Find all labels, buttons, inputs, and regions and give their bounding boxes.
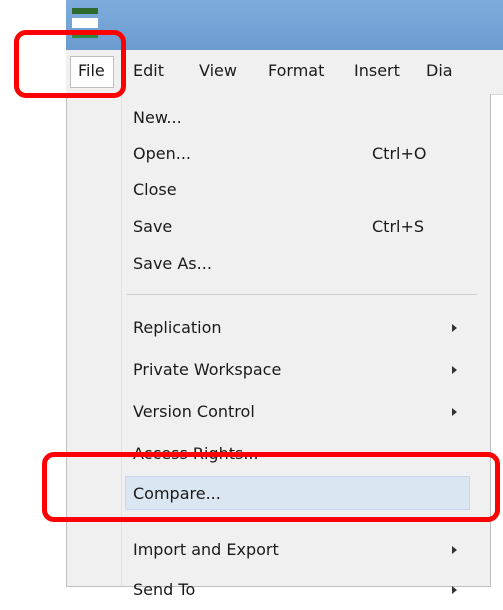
menu-item-label: Replication — [133, 318, 222, 337]
submenu-arrow-icon — [452, 408, 457, 416]
menu-item-label: Version Control — [133, 402, 255, 421]
menu-item-label: Private Workspace — [133, 360, 282, 379]
menu-item-save[interactable]: Save Ctrl+S — [67, 207, 490, 247]
menu-item-label: Import and Export — [133, 540, 279, 559]
menu-item-version-control[interactable]: Version Control — [67, 392, 490, 432]
file-menu-callout — [14, 30, 126, 98]
menu-separator — [127, 294, 477, 295]
menu-view[interactable]: View — [199, 61, 237, 80]
menu-item-send-to[interactable]: Send To — [67, 570, 490, 610]
submenu-arrow-icon — [452, 586, 457, 594]
menu-item-label: Save — [133, 217, 173, 236]
menu-item-label: Save As... — [133, 254, 212, 273]
window-titlebar — [66, 0, 503, 50]
menu-item-open[interactable]: Open... Ctrl+O — [67, 134, 490, 174]
menu-item-label: Open... — [133, 144, 191, 163]
menu-item-shortcut: Ctrl+O — [372, 144, 427, 163]
submenu-arrow-icon — [452, 366, 457, 374]
menu-item-label: Close — [133, 180, 177, 199]
compare-callout — [42, 452, 500, 522]
menu-item-replication[interactable]: Replication — [67, 308, 490, 348]
menu-format[interactable]: Format — [268, 61, 324, 80]
menu-item-private-workspace[interactable]: Private Workspace — [67, 350, 490, 390]
menu-item-import-export[interactable]: Import and Export — [67, 530, 490, 570]
menu-item-label: Send To — [133, 580, 196, 599]
menu-item-shortcut: Ctrl+S — [372, 217, 425, 236]
menu-item-new[interactable]: New... — [67, 98, 490, 138]
menu-bar: File Edit View Format Insert Dia — [66, 50, 503, 95]
menu-item-save-as[interactable]: Save As... — [67, 244, 490, 284]
menu-item-label: New... — [133, 108, 182, 127]
submenu-arrow-icon — [452, 546, 457, 554]
menu-insert[interactable]: Insert — [354, 61, 400, 80]
menu-diagram[interactable]: Dia — [426, 61, 453, 80]
submenu-arrow-icon — [452, 324, 457, 332]
menu-item-close[interactable]: Close — [67, 170, 490, 210]
menu-edit[interactable]: Edit — [133, 61, 164, 80]
